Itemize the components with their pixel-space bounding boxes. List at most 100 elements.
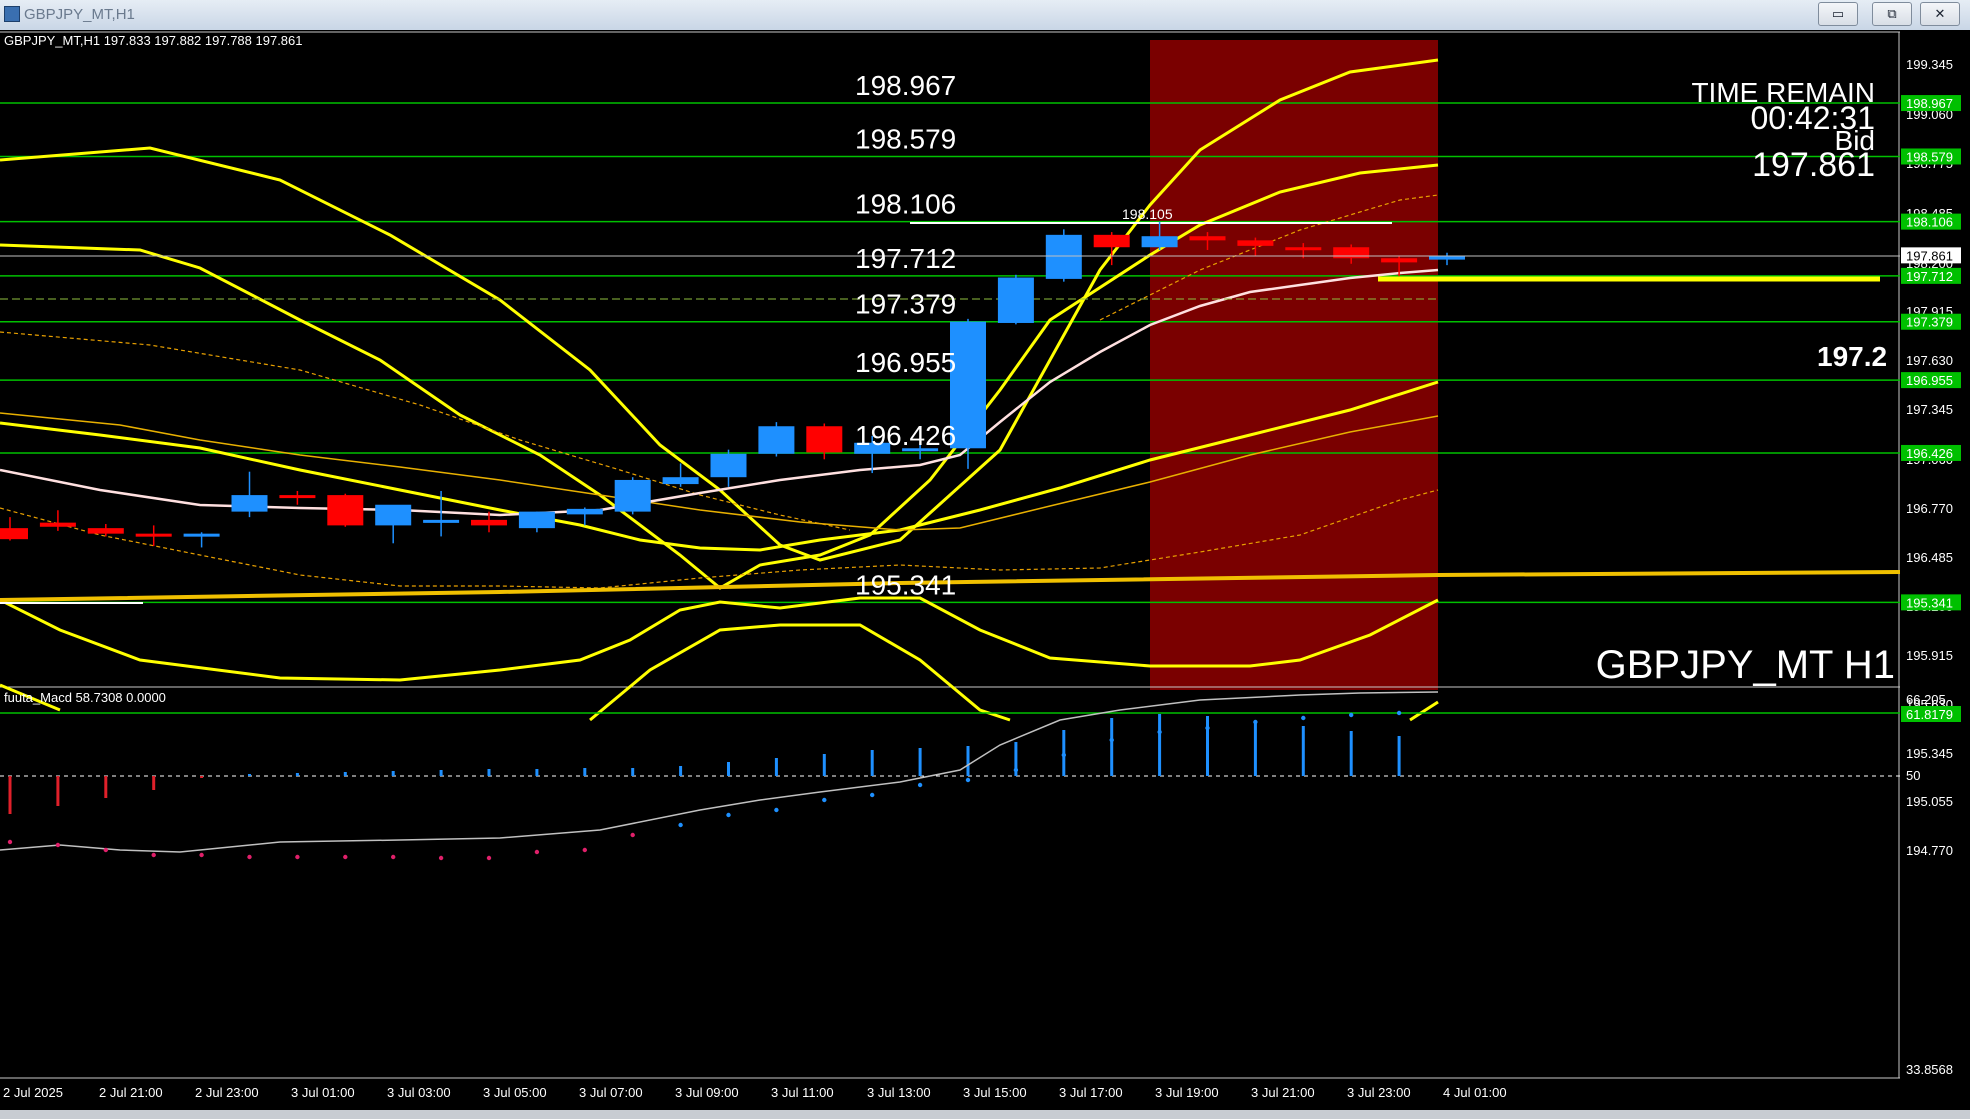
x-axis-label: 2 Jul 21:00 (99, 1085, 163, 1100)
axis-price-tag-label: 198.106 (1906, 215, 1953, 230)
macd-dot (438, 855, 444, 861)
macd-dot (917, 782, 923, 788)
macd-dot (343, 854, 348, 860)
candle-body (471, 519, 507, 526)
macd-dot (1349, 712, 1354, 718)
axis-price-tag-label: 198.579 (1906, 149, 1953, 164)
level-price-label: 197.712 (855, 243, 956, 274)
axis-price-tag-label: 197.861 (1906, 248, 1953, 263)
symbol-watermark: GBPJPY_MT H1 (1596, 643, 1895, 687)
axis-price-tag-label: 196.426 (1906, 446, 1953, 461)
macd-dot (965, 777, 971, 783)
window-title: GBPJPY_MT,H1 (24, 6, 135, 23)
candle-body (1189, 236, 1226, 241)
candle-body (758, 426, 795, 454)
macd-dot (1396, 710, 1402, 716)
level-price-label: 198.579 (855, 123, 956, 154)
x-axis-label: 4 Jul 01:00 (1443, 1085, 1507, 1100)
candle-body (375, 504, 412, 526)
macd-dot (55, 842, 61, 848)
axis-price-tag-label: 196.955 (1906, 373, 1953, 388)
macd-dot (678, 822, 683, 828)
macd-level-tag-label: 61.8179 (1906, 707, 1953, 722)
macd-dot (391, 854, 396, 860)
macd-dot (103, 847, 109, 853)
macd-dot (1253, 719, 1258, 725)
y-axis-tick: 196.485 (1906, 550, 1953, 565)
candle-body (0, 528, 28, 540)
macd-dot (151, 852, 156, 858)
macd-dot (1157, 729, 1162, 735)
macd-dot (199, 852, 204, 858)
macd-dot (247, 854, 252, 860)
y-axis-tick: 196.770 (1906, 501, 1953, 516)
y-axis-tick: 197.630 (1906, 353, 1953, 368)
macd-axis-tick: 33.8568 (1906, 1062, 1953, 1077)
x-axis-label: 3 Jul 17:00 (1059, 1085, 1123, 1100)
restore-button[interactable]: ⧉ (1872, 2, 1912, 26)
level-price-label: 195.341 (855, 569, 956, 600)
candle-body (1333, 247, 1370, 259)
level-price-label: 198.967 (855, 70, 956, 101)
candle-body (1141, 236, 1178, 248)
highlight-zone (1150, 40, 1438, 690)
candle-body (423, 519, 460, 523)
axis-price-tag-label: 198.967 (1906, 96, 1953, 111)
candle-body (566, 508, 603, 515)
x-axis-label: 3 Jul 15:00 (963, 1085, 1027, 1100)
macd-dot (870, 792, 875, 798)
bid-value: 197.861 (1752, 146, 1875, 184)
x-axis-label: 2 Jul 23:00 (195, 1085, 259, 1100)
level-price-label: 196.426 (855, 420, 956, 451)
x-axis-label: 3 Jul 13:00 (867, 1085, 931, 1100)
level-price-label: 196.955 (855, 347, 956, 378)
macd-dot (486, 855, 492, 861)
chart-area[interactable]: GBPJPY_MT,H1 197.833 197.882 197.788 197… (0, 30, 1970, 1119)
price-chart[interactable]: GBPJPY_MT,H1 197.833 197.882 197.788 197… (0, 30, 1970, 1110)
candle-body (1285, 247, 1322, 251)
macd-dot (1301, 715, 1306, 721)
x-axis-label: 3 Jul 19:00 (1155, 1085, 1219, 1100)
minimize-button[interactable]: ▭ (1818, 2, 1858, 26)
macd-dot (1013, 767, 1019, 773)
high-marker-label: 198.105 (1122, 206, 1173, 222)
macd-dot (7, 839, 13, 845)
candle-body (231, 495, 268, 512)
candle-body (279, 495, 316, 499)
candle-body (87, 528, 124, 534)
x-axis-label: 3 Jul 11:00 (771, 1085, 834, 1100)
macd-dot (295, 854, 300, 860)
y-axis-tick: 195.915 (1906, 648, 1953, 663)
x-axis-label: 3 Jul 09:00 (675, 1085, 739, 1100)
x-axis-label: 3 Jul 03:00 (387, 1085, 451, 1100)
candle-body (614, 479, 651, 512)
y-axis-tick: 195.345 (1906, 746, 1953, 761)
macd-header: fuuta_Macd 58.7308 0.0000 (4, 690, 166, 705)
y-axis-tick: 199.345 (1906, 57, 1953, 72)
candle-body (135, 533, 172, 537)
y-axis-tick: 194.770 (1906, 843, 1953, 858)
close-button[interactable]: ✕ (1920, 2, 1960, 26)
candle-body (183, 533, 220, 537)
candle-body (1237, 240, 1274, 246)
candle-body (39, 522, 76, 527)
y-axis-tick: 197.345 (1906, 402, 1953, 417)
x-axis-label: 3 Jul 07:00 (579, 1085, 643, 1100)
macd-dot (630, 832, 635, 838)
candle-body (1093, 234, 1130, 248)
macd-dot (726, 812, 731, 818)
axis-price-tag-label: 197.712 (1906, 269, 1953, 284)
chart-header: GBPJPY_MT,H1 197.833 197.882 197.788 197… (4, 33, 303, 48)
x-axis-label: 3 Jul 01:00 (291, 1085, 355, 1100)
x-axis-label: 3 Jul 23:00 (1347, 1085, 1411, 1100)
y-axis-tick: 195.055 (1906, 794, 1953, 809)
macd-dot (1061, 752, 1067, 758)
macd-dot (1205, 725, 1210, 731)
candle-body (327, 495, 364, 526)
candle-body (662, 477, 699, 485)
window-titlebar: GBPJPY_MT,H1 ▭ ⧉ ✕ (0, 0, 1970, 31)
candle-body (1045, 234, 1082, 279)
candle-body (806, 426, 843, 453)
axis-price-tag-label: 195.341 (1906, 595, 1953, 610)
x-axis-label: 3 Jul 21:00 (1251, 1085, 1315, 1100)
